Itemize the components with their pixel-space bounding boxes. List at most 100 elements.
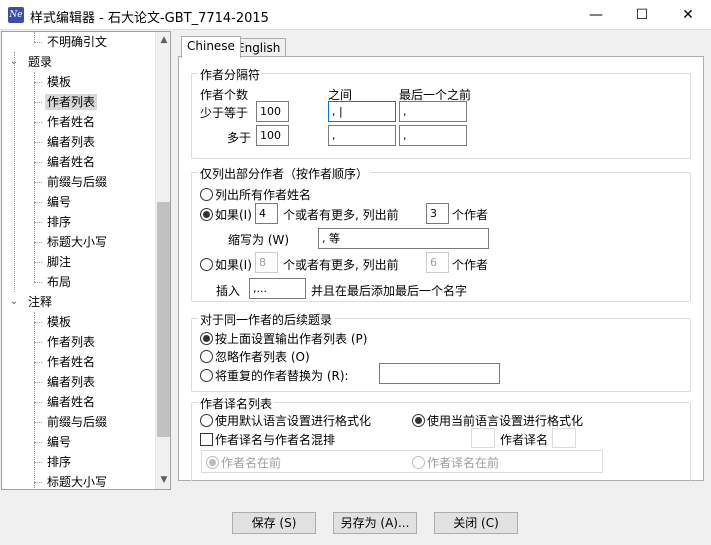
tree-item[interactable]: 布局 bbox=[45, 272, 73, 292]
tree-item-label: 作者列表 bbox=[47, 335, 96, 349]
tree-item[interactable]: 编者列表 bbox=[45, 372, 97, 392]
tree-connector bbox=[34, 482, 42, 483]
use-above-radio[interactable] bbox=[200, 332, 213, 345]
tree-item-label: 编者姓名 bbox=[47, 395, 96, 409]
tree-item[interactable]: 作者列表 bbox=[45, 332, 97, 352]
title-bar: Ne 样式编辑器 - 石大论文-GBT_7714-2015 — ☐ ✕ bbox=[0, 0, 711, 30]
tree-connector bbox=[34, 362, 42, 363]
tree-item[interactable]: 标题大小写 bbox=[45, 472, 109, 489]
insert-input[interactable]: ,... bbox=[249, 278, 306, 299]
scroll-thumb[interactable] bbox=[157, 202, 170, 437]
more-than-count-input[interactable]: 100 bbox=[256, 125, 289, 146]
abbrev-input[interactable]: , 等 bbox=[318, 228, 489, 249]
tree-item[interactable]: 排序 bbox=[45, 212, 73, 232]
name-first-radio[interactable] bbox=[206, 456, 219, 469]
tree-item-label: 不明确引文 bbox=[47, 35, 108, 49]
tree-connector bbox=[34, 222, 42, 223]
current-lang-radio[interactable] bbox=[412, 414, 425, 427]
current-lang-label: 使用当前语言设置进行格式化 bbox=[427, 414, 584, 428]
tree-connector bbox=[34, 142, 42, 143]
abbrev-label: 缩写为 (W) bbox=[228, 233, 290, 247]
less-equal-count-input[interactable]: 100 bbox=[256, 101, 289, 122]
if-second-suffix-label: 个作者 bbox=[452, 258, 489, 272]
tree-item[interactable]: 编号 bbox=[45, 192, 73, 212]
tree-item[interactable]: 前缀与后缀 bbox=[45, 172, 109, 192]
tab-chinese[interactable]: Chinese bbox=[181, 36, 241, 58]
if-first-list-input[interactable]: 3 bbox=[426, 203, 449, 224]
list-all-label: 列出所有作者姓名 bbox=[215, 188, 312, 202]
close-button[interactable]: 关闭 (C) bbox=[434, 512, 518, 534]
tree-item[interactable]: 不明确引文 bbox=[45, 32, 109, 52]
translated-first-radio[interactable] bbox=[412, 456, 425, 469]
tree-item[interactable]: 编者姓名 bbox=[45, 152, 97, 172]
between-input-1[interactable]: , | bbox=[328, 101, 396, 122]
tree-item[interactable]: 排序 bbox=[45, 452, 73, 472]
tree-connector bbox=[34, 182, 42, 183]
tree-connector bbox=[34, 202, 42, 203]
list-all-radio[interactable] bbox=[200, 188, 213, 201]
less-equal-label: 少于等于 bbox=[200, 106, 249, 120]
tree-item[interactable]: 作者姓名 bbox=[45, 112, 97, 132]
tree-connector bbox=[34, 42, 42, 43]
tree-scrollbar[interactable]: ▲ ▼ bbox=[155, 32, 170, 489]
save-button[interactable]: 保存 (S) bbox=[232, 512, 316, 534]
tree-item[interactable]: 前缀与后缀 bbox=[45, 412, 109, 432]
tree-item[interactable]: 作者列表 bbox=[45, 92, 98, 112]
tree-connector bbox=[34, 322, 42, 323]
tree-connector bbox=[34, 342, 42, 343]
if-first-count-input[interactable]: 4 bbox=[255, 203, 278, 224]
last-input-1[interactable]: , bbox=[399, 101, 467, 122]
mix-names-checkbox[interactable] bbox=[200, 433, 213, 446]
tree-item-label: 编者姓名 bbox=[47, 155, 96, 169]
tree-item-label: 作者姓名 bbox=[47, 355, 96, 369]
subsequent-legend: 对于同一作者的后续题录 bbox=[198, 311, 335, 328]
default-lang-radio[interactable] bbox=[200, 414, 213, 427]
tree-item-label: 作者姓名 bbox=[47, 115, 96, 129]
close-window-button[interactable]: ✕ bbox=[665, 0, 711, 30]
if-second-radio[interactable] bbox=[200, 258, 213, 271]
tree-item-label: 注释 bbox=[28, 295, 53, 309]
replace-authors-input[interactable] bbox=[379, 363, 500, 384]
app-icon: Ne bbox=[8, 7, 24, 23]
maximize-button[interactable]: ☐ bbox=[619, 0, 665, 30]
omit-list-radio[interactable] bbox=[200, 350, 213, 363]
minimize-button[interactable]: — bbox=[573, 0, 619, 30]
style-tree[interactable]: 不明确引文 题录 ⌄ 模板 作者列表 作者姓名 编者列表 编者姓名 前缀与后缀 编号 排序 标题大小写… bbox=[1, 31, 171, 490]
replace-authors-radio[interactable] bbox=[200, 369, 213, 382]
scroll-down-icon[interactable]: ▼ bbox=[156, 472, 170, 489]
tree-item-label: 布局 bbox=[47, 275, 72, 289]
tree-connector bbox=[34, 282, 42, 283]
translated-suffix-box bbox=[552, 428, 576, 448]
insert-suffix-label: 并且在最后添加最后一个名字 bbox=[311, 284, 468, 298]
author-count-header: 作者个数 bbox=[200, 88, 249, 102]
more-than-label: 多于 bbox=[227, 131, 252, 145]
tree-item[interactable]: 脚注 bbox=[45, 252, 73, 272]
tree-node[interactable]: 题录 bbox=[26, 52, 54, 72]
tree-item[interactable]: 模板 bbox=[45, 72, 73, 92]
tree-item[interactable]: 模板 bbox=[45, 312, 73, 332]
tree-item-label: 作者列表 bbox=[45, 94, 98, 110]
if-second-list-input[interactable]: 6 bbox=[426, 252, 449, 273]
tree-item[interactable]: 编者姓名 bbox=[45, 392, 97, 412]
last-input-2[interactable]: , bbox=[399, 125, 467, 146]
tree-guide bbox=[34, 72, 35, 282]
chevron-down-icon[interactable]: ⌄ bbox=[8, 296, 20, 307]
if-second-count-input[interactable]: 8 bbox=[255, 252, 278, 273]
if-second-mid-label: 个或者有更多, 列出前 bbox=[283, 258, 399, 272]
save-as-button[interactable]: 另存为 (A)... bbox=[333, 512, 417, 534]
if-first-radio[interactable] bbox=[200, 208, 213, 221]
between-input-2[interactable]: , bbox=[328, 125, 396, 146]
tree-item[interactable]: 作者姓名 bbox=[45, 352, 97, 372]
tree-item-label: 前缀与后缀 bbox=[47, 415, 108, 429]
tree-item-label: 模板 bbox=[47, 75, 72, 89]
scroll-up-icon[interactable]: ▲ bbox=[156, 32, 170, 49]
tree-connector bbox=[34, 122, 42, 123]
tree-connector bbox=[34, 242, 42, 243]
tree-item[interactable]: 编者列表 bbox=[45, 132, 97, 152]
tree-item-label: 前缀与后缀 bbox=[47, 175, 108, 189]
tree-node[interactable]: 注释 bbox=[26, 292, 54, 312]
tree-item[interactable]: 编号 bbox=[45, 432, 73, 452]
tree-item[interactable]: 标题大小写 bbox=[45, 232, 109, 252]
tree-connector bbox=[34, 82, 42, 83]
tree-item-label: 标题大小写 bbox=[47, 235, 108, 249]
